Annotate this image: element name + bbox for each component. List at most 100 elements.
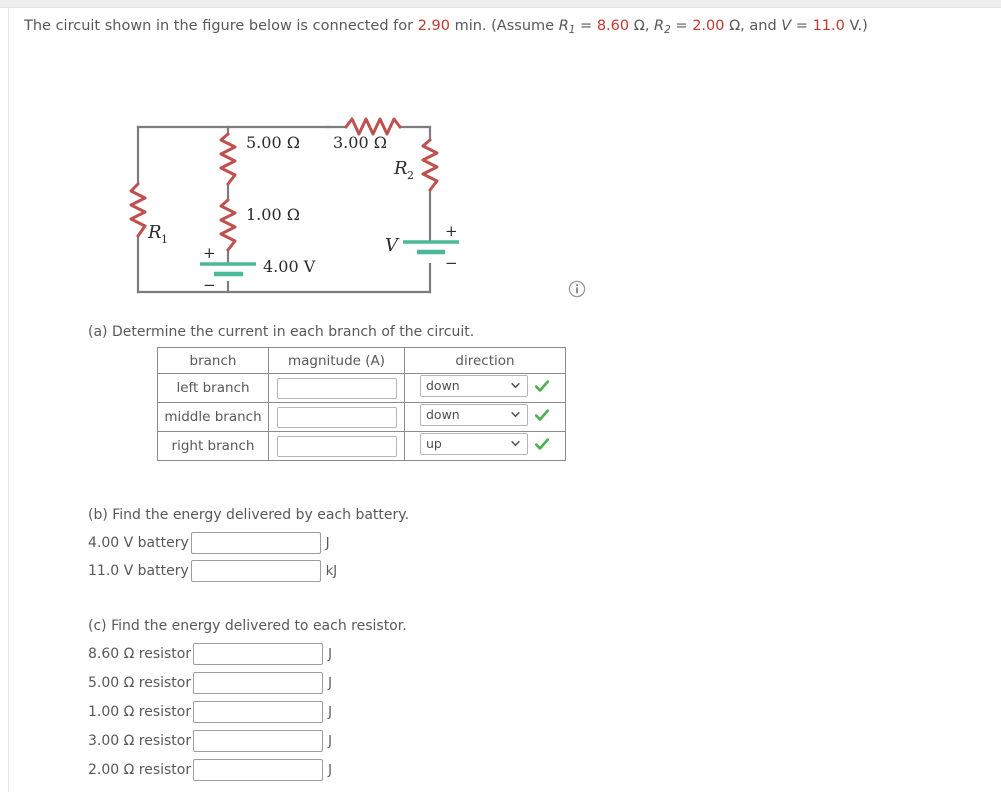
time-value: 2.90 — [417, 18, 450, 34]
magnitude-input-left-branch[interactable] — [276, 377, 397, 399]
polarity-minus-left: − — [203, 276, 216, 294]
correct-checkmark-icon-right — [534, 438, 550, 450]
label-3ohm: 3.00 Ω — [333, 133, 387, 152]
prompt-text-part2: min. (Assume — [449, 18, 559, 34]
direction-value-left: down — [426, 378, 460, 393]
resistor-5ohm — [219, 132, 237, 186]
answer-row-200-resistor: 2.00 Ω resistor J — [88, 759, 332, 781]
ohm-unit-2: Ω, and — [724, 18, 782, 34]
r1-value: 8.60 — [596, 18, 630, 34]
r2-subscript: 2 — [664, 23, 671, 36]
equals-1: = — [575, 18, 597, 34]
unit-300-resistor: J — [328, 733, 332, 749]
info-icon[interactable] — [568, 280, 586, 298]
ohm-unit-1: Ω, — [629, 18, 655, 34]
header-magnitude: magnitude (A) — [268, 347, 405, 374]
equals-3: = — [791, 18, 813, 34]
answer-row-11v-battery: 11.0 V battery kJ — [88, 560, 337, 582]
magnitude-cell-middle — [268, 402, 405, 432]
correct-checkmark-icon-left — [534, 380, 550, 392]
equals-2: = — [670, 18, 693, 34]
circuit-svg: 5.00 Ω 3.00 Ω 1.00 Ω 4.00 V R 1 R 2 V + … — [129, 117, 459, 294]
label-100-resistor: 1.00 Ω resistor — [88, 704, 192, 720]
current-branch-table: branch magnitude (A) direction left bran… — [157, 347, 566, 461]
label-r2: R 2 — [393, 158, 414, 182]
resistor-r2 — [421, 138, 439, 192]
v-symbol: V — [781, 18, 792, 34]
direction-control-middle: down — [420, 404, 550, 426]
direction-cell-middle: down — [404, 402, 566, 432]
label-5ohm: 5.00 Ω — [246, 133, 300, 152]
header-branch: branch — [157, 347, 269, 374]
direction-select-left-branch[interactable]: down — [420, 375, 528, 397]
answer-row-4v-battery: 4.00 V battery J — [88, 532, 330, 554]
label-4v-battery: 4.00 V battery — [88, 535, 189, 551]
prompt-text-part1: The circuit shown in the figure below is… — [24, 18, 418, 34]
energy-input-200-resistor[interactable] — [193, 759, 324, 781]
energy-input-100-resistor[interactable] — [193, 701, 324, 723]
label-r2-symbol: R — [393, 158, 408, 179]
battery-4v — [200, 262, 256, 277]
direction-value-middle: down — [426, 407, 460, 422]
label-11v-battery: 11.0 V battery — [88, 563, 189, 579]
energy-input-4v-battery[interactable] — [190, 532, 321, 554]
direction-cell-right: up — [404, 431, 566, 461]
label-4v: 4.00 V — [263, 257, 316, 276]
part-a-question: (a) Determine the current in each branch… — [88, 324, 475, 340]
prompt-tail: V.) — [844, 18, 868, 34]
correct-checkmark-icon-middle — [534, 409, 550, 421]
label-r1: R 1 — [147, 222, 168, 246]
r2-value: 2.00 — [692, 18, 725, 34]
answer-row-100-resistor: 1.00 Ω resistor J — [88, 701, 332, 723]
label-r1-symbol: R — [147, 222, 162, 243]
label-r2-subscript: 2 — [407, 169, 414, 182]
direction-value-right: up — [426, 436, 442, 451]
label-1ohm: 1.00 Ω — [246, 205, 300, 224]
branch-label-left: left branch — [157, 373, 269, 403]
polarity-plus-right: + — [445, 222, 458, 240]
branch-label-right: right branch — [157, 431, 269, 461]
label-860-resistor: 8.60 Ω resistor — [88, 646, 192, 662]
answer-row-300-resistor: 3.00 Ω resistor J — [88, 730, 332, 752]
label-200-resistor: 2.00 Ω resistor — [88, 762, 192, 778]
direction-control-left: down — [420, 375, 550, 397]
energy-input-300-resistor[interactable] — [193, 730, 324, 752]
magnitude-cell-left — [268, 373, 405, 403]
label-r1-subscript: 1 — [161, 233, 168, 246]
v-value: 11.0 — [812, 18, 845, 34]
direction-cell-left: down — [404, 373, 566, 403]
magnitude-input-middle-branch[interactable] — [276, 406, 397, 428]
battery-v — [403, 240, 459, 255]
unit-4v-battery: J — [325, 535, 330, 551]
energy-input-11v-battery[interactable] — [190, 560, 321, 582]
magnitude-cell-right — [268, 431, 405, 461]
r2-symbol: R — [654, 18, 665, 34]
energy-input-500-resistor[interactable] — [193, 672, 324, 694]
magnitude-input-right-branch[interactable] — [276, 435, 397, 457]
chevron-down-icon — [511, 411, 520, 418]
direction-control-right: up — [420, 433, 550, 455]
answer-row-500-resistor: 5.00 Ω resistor J — [88, 672, 332, 694]
energy-input-860-resistor[interactable] — [193, 643, 324, 665]
header-direction: direction — [404, 347, 566, 374]
part-b-question: (b) Find the energy delivered by each ba… — [88, 507, 410, 523]
direction-select-right-branch[interactable]: up — [420, 433, 528, 455]
resistor-3ohm — [344, 117, 402, 136]
branch-label-middle: middle branch — [157, 402, 269, 432]
table-header-row: branch magnitude (A) direction — [157, 347, 566, 374]
label-500-resistor: 5.00 Ω resistor — [88, 675, 192, 691]
chevron-down-icon — [511, 440, 520, 447]
polarity-plus-left: + — [203, 244, 216, 262]
table-row: middle branch down — [157, 402, 566, 432]
label-v-battery: V — [385, 235, 400, 256]
table-row: left branch down — [157, 373, 566, 403]
unit-100-resistor: J — [328, 704, 332, 720]
direction-select-middle-branch[interactable]: down — [420, 404, 528, 426]
part-c-question: (c) Find the energy delivered to each re… — [88, 618, 407, 634]
polarity-minus-right: − — [445, 254, 458, 272]
resistor-1ohm — [219, 198, 237, 252]
unit-200-resistor: J — [328, 762, 332, 778]
problem-statement: The circuit shown in the figure below is… — [24, 17, 868, 40]
label-300-resistor: 3.00 Ω resistor — [88, 733, 192, 749]
unit-500-resistor: J — [328, 675, 332, 691]
